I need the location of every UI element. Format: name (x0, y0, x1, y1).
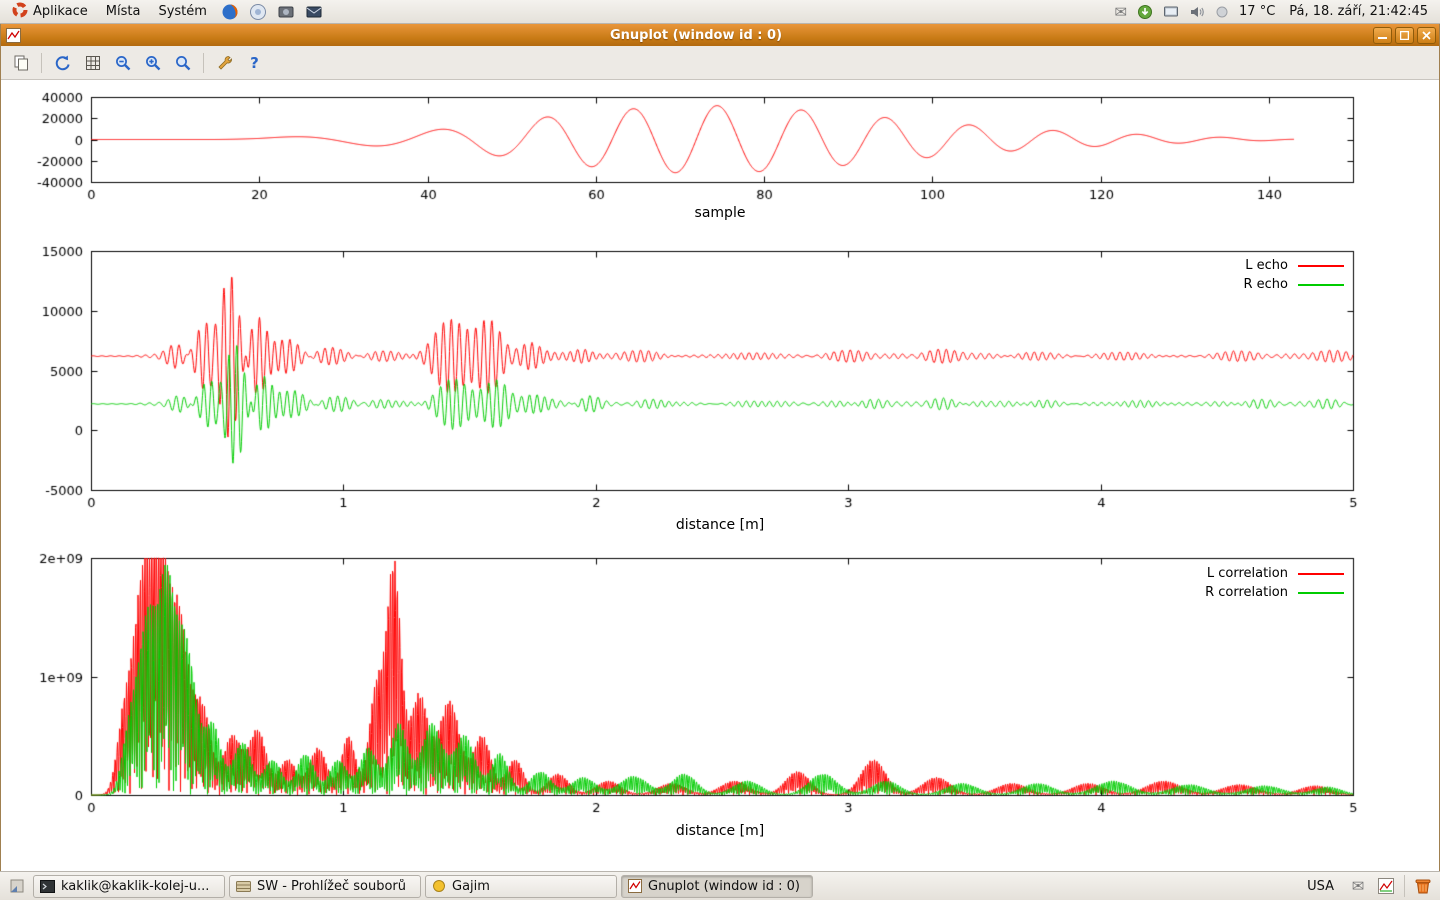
gnuplot-window: Gnuplot (window id : 0) (0, 24, 1440, 871)
correlation-x-axis-label: distance [m] (1, 820, 1439, 846)
taskbar-separator (1404, 875, 1405, 897)
mail-client-icon[interactable] (301, 0, 327, 24)
toolbar: ? (1, 46, 1439, 80)
titlebar[interactable]: Gnuplot (window id : 0) (1, 24, 1439, 46)
correlation-legend: L correlation R correlation (1205, 566, 1344, 600)
maximize-button[interactable] (1395, 27, 1414, 44)
desktop: Aplikace Místa Systém ✉ (0, 0, 1440, 900)
firefox-icon[interactable] (217, 0, 243, 24)
menu-system[interactable]: Systém (150, 0, 214, 24)
task-label: Gnuplot (window id : 0) (648, 879, 800, 894)
help-icon: ? (250, 54, 259, 72)
toolbar-separator (41, 53, 42, 73)
echo-legend: L echo R echo (1243, 258, 1344, 292)
help-button[interactable]: ? (241, 49, 268, 76)
gajim-icon (432, 879, 446, 893)
task-button-file-manager[interactable]: SW - Prohlížeč souborů (229, 875, 421, 898)
plot-area: sample L echo R echo distance [m] (1, 80, 1439, 871)
chart-signal: sample (1, 82, 1439, 228)
menu-label: Aplikace (33, 4, 88, 19)
terminal-icon (40, 880, 55, 893)
legend-line-sample (1298, 573, 1344, 575)
legend-label: R correlation (1205, 585, 1288, 600)
temperature-indicator[interactable]: 17 °C (1235, 0, 1279, 24)
menu-places[interactable]: Místa (98, 0, 149, 24)
weather-icon[interactable] (1211, 0, 1233, 24)
mail-notification-icon[interactable]: ✉ (1110, 0, 1131, 24)
chart-correlation: L correlation R correlation distance [m] (1, 540, 1439, 846)
show-desktop-button[interactable] (4, 874, 30, 898)
display-icon[interactable] (1159, 0, 1183, 24)
file-manager-icon (236, 880, 251, 893)
task-button-gajim[interactable]: Gajim (425, 875, 617, 898)
echo-x-axis-label: distance [m] (1, 514, 1439, 540)
legend-line-sample (1298, 592, 1344, 594)
trash-icon[interactable] (1410, 874, 1436, 898)
keyboard-layout-indicator[interactable]: USA (1298, 879, 1343, 894)
zoom-previous-button[interactable] (109, 49, 136, 76)
chart-applet-icon[interactable] (1373, 874, 1399, 898)
help-browser-icon[interactable] (245, 0, 271, 24)
toolbar-separator (203, 53, 204, 73)
window-controls (1370, 27, 1436, 44)
task-button-terminal[interactable]: kaklik@kaklik-kolej-u... (33, 875, 225, 898)
legend-line-sample (1298, 284, 1344, 286)
zoom-next-button[interactable] (139, 49, 166, 76)
software-update-icon[interactable] (1133, 0, 1157, 24)
menu-applications[interactable]: Aplikace (4, 0, 96, 24)
gnuplot-window-icon (4, 28, 22, 43)
close-button[interactable] (1417, 27, 1436, 44)
menu-label: Systém (158, 4, 206, 19)
legend-entry: L correlation (1207, 566, 1344, 581)
legend-entry: R echo (1243, 277, 1344, 292)
legend-entry: L echo (1245, 258, 1344, 273)
legend-label: L correlation (1207, 566, 1288, 581)
task-label: kaklik@kaklik-kolej-u... (61, 879, 209, 894)
screenshot-tool-icon[interactable] (273, 0, 299, 24)
legend-entry: R correlation (1205, 585, 1344, 600)
task-label: SW - Prohlížeč souborů (257, 879, 406, 894)
signal-x-axis-label: sample (1, 202, 1439, 228)
legend-label: R echo (1243, 277, 1288, 292)
menu-label: Místa (106, 4, 141, 19)
task-label: Gajim (452, 879, 490, 894)
gnuplot-icon (628, 879, 642, 893)
chart-echo: L echo R echo distance [m] (1, 228, 1439, 540)
minimize-button[interactable] (1373, 27, 1392, 44)
top-panel: Aplikace Místa Systém ✉ (0, 0, 1440, 24)
clock[interactable]: Pá, 18. září, 21:42:45 (1281, 0, 1436, 24)
window-title: Gnuplot (window id : 0) (22, 28, 1370, 43)
ubuntu-logo-icon (12, 2, 28, 22)
taskbar: kaklik@kaklik-kolej-u... SW - Prohlížeč … (0, 871, 1440, 900)
toggle-grid-button[interactable] (79, 49, 106, 76)
replot-button[interactable] (49, 49, 76, 76)
signal-plot-canvas[interactable] (1, 82, 1439, 202)
copy-to-clipboard-button[interactable] (7, 49, 34, 76)
task-button-gnuplot[interactable]: Gnuplot (window id : 0) (621, 875, 813, 898)
echo-plot-canvas[interactable] (1, 228, 1439, 514)
mail-applet-icon[interactable]: ✉ (1345, 874, 1371, 898)
configure-button[interactable] (211, 49, 238, 76)
legend-line-sample (1298, 265, 1344, 267)
legend-label: L echo (1245, 258, 1288, 273)
volume-icon[interactable] (1185, 0, 1209, 24)
autoscale-button[interactable] (169, 49, 196, 76)
